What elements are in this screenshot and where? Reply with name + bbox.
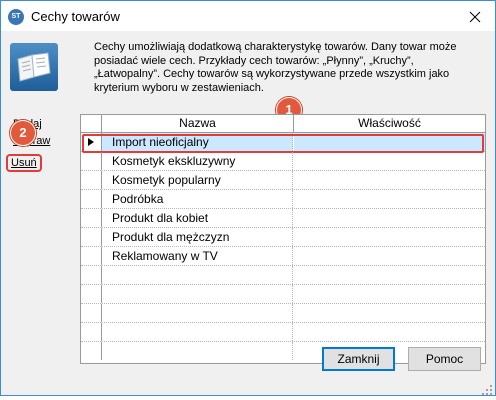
cell-name[interactable] — [102, 304, 293, 322]
close-button[interactable]: Zamknij — [322, 347, 395, 371]
empty-row[interactable] — [81, 304, 485, 323]
title-bar: ST Cechy towarów — [1, 1, 495, 31]
cell-name[interactable] — [102, 266, 293, 284]
cell-name[interactable]: Kosmetyk popularny — [102, 171, 293, 189]
row-header[interactable] — [81, 342, 102, 360]
cell-name[interactable]: Import nieoficjalny — [102, 133, 293, 151]
cell-property[interactable] — [294, 266, 485, 284]
cell-name[interactable]: Podróbka — [102, 190, 293, 208]
close-window-icon[interactable] — [465, 7, 485, 27]
annotation-badge-2: 2 — [10, 120, 36, 146]
cell-name[interactable]: Produkt dla mężczyzn — [102, 228, 293, 246]
cell-property[interactable] — [294, 285, 485, 303]
row-header[interactable] — [81, 190, 102, 208]
cell-property[interactable] — [294, 190, 485, 208]
grid-header: Nazwa Właściwość — [81, 115, 485, 133]
row-header[interactable] — [81, 247, 102, 265]
cell-name[interactable]: Kosmetyk ekskluzywny — [102, 152, 293, 170]
cell-property[interactable] — [294, 247, 485, 265]
row-header[interactable] — [81, 323, 102, 341]
cell-property[interactable] — [294, 323, 485, 341]
table-row[interactable]: Import nieoficjalny — [81, 133, 485, 153]
row-header[interactable] — [81, 266, 102, 284]
column-header-name[interactable]: Nazwa — [102, 115, 294, 132]
row-header[interactable] — [81, 171, 102, 189]
cell-name[interactable] — [102, 323, 293, 341]
cell-name[interactable] — [102, 285, 293, 303]
cell-property[interactable] — [294, 171, 485, 189]
dialog-window: ST Cechy towarów Cechy umożliwiają dodat… — [0, 0, 496, 396]
table-row[interactable]: Kosmetyk popularny — [81, 171, 485, 190]
window-title: Cechy towarów — [31, 9, 120, 24]
app-logo-icon: ST — [8, 9, 24, 25]
table-row[interactable]: Produkt dla mężczyzn — [81, 228, 485, 247]
row-header[interactable] — [81, 133, 102, 151]
cell-property[interactable] — [294, 304, 485, 322]
row-header[interactable] — [81, 304, 102, 322]
grid-header-corner — [81, 115, 102, 132]
book-icon — [10, 43, 58, 91]
cell-name[interactable]: Produkt dla kobiet — [102, 209, 293, 227]
column-header-property[interactable]: Właściwość — [294, 115, 485, 132]
cell-property[interactable] — [294, 152, 485, 170]
help-button[interactable]: Pomoc — [408, 347, 481, 371]
cell-name[interactable] — [102, 342, 293, 360]
resize-grip-icon[interactable] — [482, 382, 492, 395]
empty-row[interactable] — [81, 266, 485, 285]
description-text: Cechy umożliwiają dodatkową charakteryst… — [94, 41, 457, 94]
cell-property[interactable] — [294, 133, 485, 151]
table-row[interactable]: Kosmetyk ekskluzywny — [81, 152, 485, 171]
row-header[interactable] — [81, 285, 102, 303]
empty-row[interactable] — [81, 285, 485, 304]
table-row[interactable]: Podróbka — [81, 190, 485, 209]
empty-row[interactable] — [81, 323, 485, 342]
table-row[interactable]: Reklamowany w TV — [81, 247, 485, 266]
cell-property[interactable] — [294, 228, 485, 246]
current-row-arrow-icon — [88, 138, 94, 146]
row-header[interactable] — [81, 228, 102, 246]
dialog-content: Cechy umożliwiają dodatkową charakteryst… — [2, 31, 494, 395]
cell-property[interactable] — [294, 209, 485, 227]
row-header[interactable] — [81, 152, 102, 170]
features-grid: Nazwa Właściwość Import nieoficjalny Kos… — [80, 114, 486, 364]
cell-name[interactable]: Reklamowany w TV — [102, 247, 293, 265]
row-header[interactable] — [81, 209, 102, 227]
delete-link[interactable]: Usuń — [6, 154, 42, 172]
table-row[interactable]: Produkt dla kobiet — [81, 209, 485, 228]
